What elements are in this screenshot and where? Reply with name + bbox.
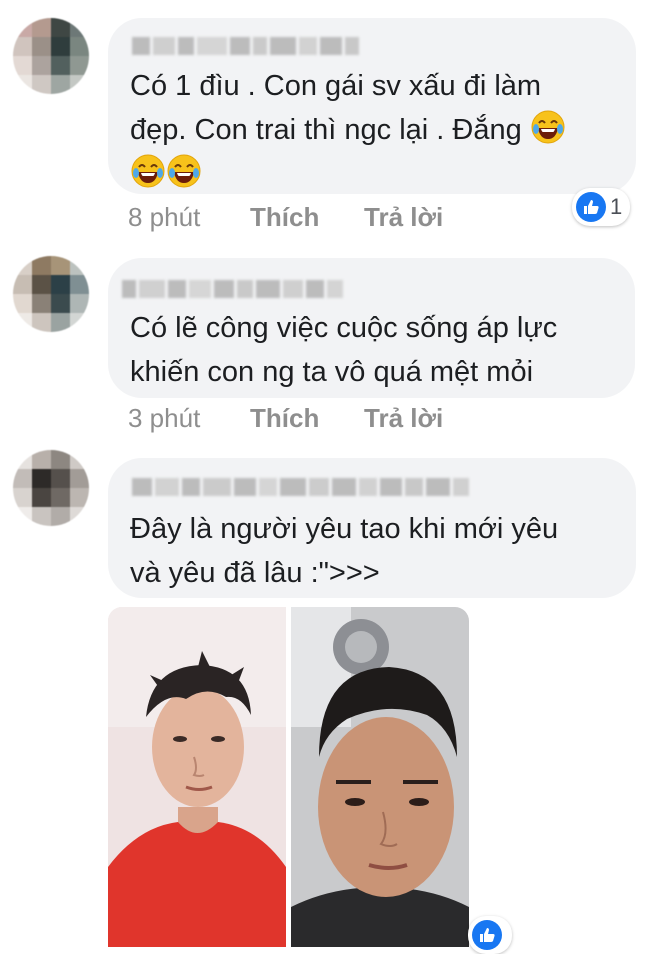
comment-text-line: Có 1 đìu . Con gái sv xấu đi làm: [130, 70, 542, 102]
comment-text-line: và yêu đã lâu :">>>: [130, 557, 380, 589]
reaction-summary-1[interactable]: 1: [572, 188, 631, 226]
like-button[interactable]: Thích: [250, 202, 364, 233]
thumbs-up-icon: [576, 192, 606, 222]
laugh-emoji-icon: [131, 154, 165, 188]
laugh-emoji-icon: [531, 110, 565, 144]
reaction-count: 1: [610, 194, 623, 219]
comment-text-line: khiến con ng ta vô quá mệt mỏi: [130, 356, 534, 388]
commenter-avatar-2[interactable]: [13, 256, 89, 332]
reply-button[interactable]: Trả lời: [364, 403, 443, 434]
comment-text-line: đẹp. Con trai thì ngc lại . Đắng: [130, 108, 566, 152]
commenter-name-1[interactable]: [132, 37, 359, 55]
commenter-name-2[interactable]: [122, 280, 343, 298]
commenter-name-3[interactable]: [132, 478, 469, 496]
comment-time[interactable]: 8 phút: [128, 202, 250, 233]
comment-text-segment: đẹp. Con trai thì ngc lại . Đắng: [130, 114, 522, 146]
comment-actions-2: 3 phút Thích Trả lời: [128, 403, 443, 434]
comment-text-line: Có lẽ công việc cuộc sống áp lực: [130, 312, 558, 344]
laugh-emoji-icon: [167, 154, 201, 188]
like-button[interactable]: Thích: [250, 403, 364, 434]
commenter-avatar-1[interactable]: [13, 18, 89, 94]
comment-text-2: Có lẽ công việc cuộc sống áp lực khiến c…: [130, 306, 557, 394]
thumbs-up-icon: [472, 920, 502, 950]
comment-emoji-line: [130, 152, 566, 196]
photo-portrait-close-up: [291, 607, 469, 947]
reaction-summary-3[interactable]: [468, 916, 512, 954]
comment-text-3: Đây là người yêu tao khi mới yêu và yêu …: [130, 507, 558, 595]
comment-time[interactable]: 3 phút: [128, 403, 250, 434]
comment-actions-1: 8 phút Thích Trả lời: [128, 202, 443, 233]
photo-portrait-red-shirt: [108, 607, 286, 947]
commenter-avatar-3[interactable]: [13, 450, 89, 526]
comment-text-line: Đây là người yêu tao khi mới yêu: [130, 513, 559, 545]
reply-button[interactable]: Trả lời: [364, 202, 443, 233]
comment-photo-2[interactable]: [291, 607, 469, 947]
comment-text-1: Có 1 đìu . Con gái sv xấu đi làm đẹp. Co…: [130, 64, 566, 196]
comment-photo-1[interactable]: [108, 607, 286, 947]
